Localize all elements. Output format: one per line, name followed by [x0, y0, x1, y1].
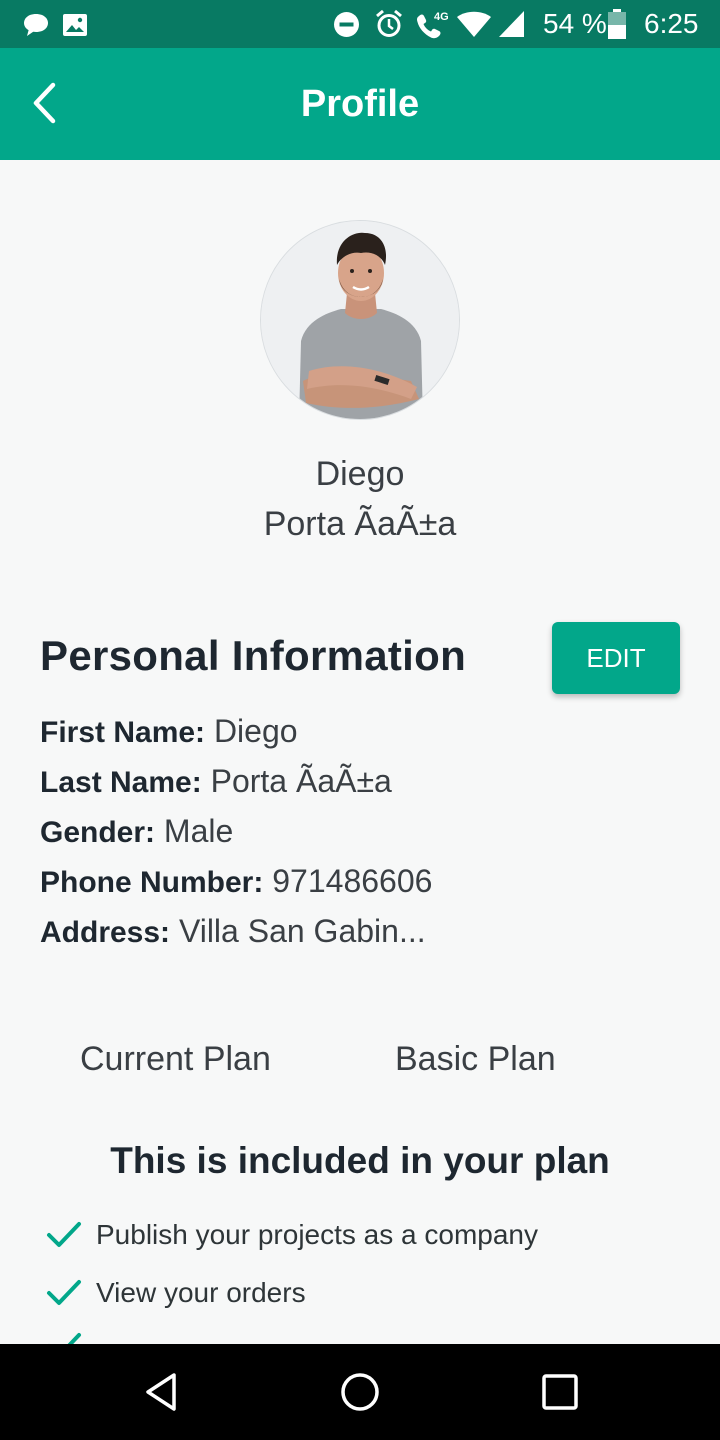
info-label: Address:	[40, 916, 171, 949]
included-title: This is included in your plan	[110, 1140, 610, 1181]
wifi-call-icon: 4G	[417, 11, 449, 39]
nav-back-button[interactable]	[140, 1370, 184, 1414]
info-label: First Name:	[40, 716, 206, 749]
image-icon	[63, 14, 87, 36]
info-label: Phone Number:	[40, 866, 264, 899]
info-row-address: Address: Villa San Gabin...	[40, 913, 426, 950]
feature-text: View your orders	[96, 1277, 306, 1308]
info-value: Diego	[213, 713, 298, 749]
profile-first-name: Diego	[315, 455, 405, 493]
avatar	[260, 220, 460, 420]
personal-info-title: Personal Information	[40, 632, 467, 679]
profile-photo	[261, 221, 459, 419]
nav-home-button[interactable]	[338, 1370, 382, 1414]
nav-recents-button[interactable]	[538, 1370, 582, 1414]
wifi-icon	[457, 11, 491, 37]
check-icon	[47, 1222, 81, 1247]
do-not-disturb-icon	[334, 12, 359, 37]
info-row-first-name: First Name: Diego	[40, 713, 298, 750]
current-plan-label: Current Plan	[80, 1040, 271, 1078]
status-bar: 4G 54 % 6:25	[0, 0, 720, 48]
clock-time: 6:25	[644, 8, 699, 39]
feature-text: Publish your projects as a company	[96, 1219, 538, 1250]
feature-item-partial	[46, 1331, 82, 1344]
profile-last-name: Porta ÃaÃ±a	[263, 505, 457, 543]
info-value: Male	[163, 813, 234, 849]
check-icon	[49, 1333, 81, 1344]
alarm-icon	[376, 9, 402, 37]
home-circle-icon	[341, 1373, 379, 1411]
info-row-last-name: Last Name: Porta ÃaÃ±a	[40, 763, 392, 800]
cell-signal-icon	[499, 11, 524, 37]
app-bar: Profile	[0, 48, 720, 160]
edit-button[interactable]: EDIT	[552, 622, 680, 694]
network-label: 4G	[434, 11, 449, 23]
recents-square-icon	[542, 1374, 578, 1410]
back-triangle-icon	[146, 1373, 176, 1411]
system-nav-bar	[0, 1344, 720, 1440]
chat-bubble-icon	[24, 14, 48, 36]
info-row-phone: Phone Number: 971486606	[40, 863, 432, 900]
battery-icon	[608, 9, 626, 39]
info-value: Porta ÃaÃ±a	[210, 763, 392, 799]
feature-item: Publish your projects as a company	[46, 1215, 538, 1255]
current-plan-value: Basic Plan	[395, 1040, 556, 1078]
info-label: Gender:	[40, 816, 156, 849]
page-title: Profile	[300, 83, 420, 125]
info-label: Last Name:	[40, 766, 202, 799]
feature-item: View your orders	[46, 1273, 306, 1313]
info-value: 971486606	[272, 863, 433, 899]
check-icon	[47, 1280, 81, 1305]
battery-percent: 54 %	[543, 8, 607, 39]
info-row-gender: Gender: Male	[40, 813, 233, 850]
info-value: Villa San Gabin...	[178, 913, 426, 949]
